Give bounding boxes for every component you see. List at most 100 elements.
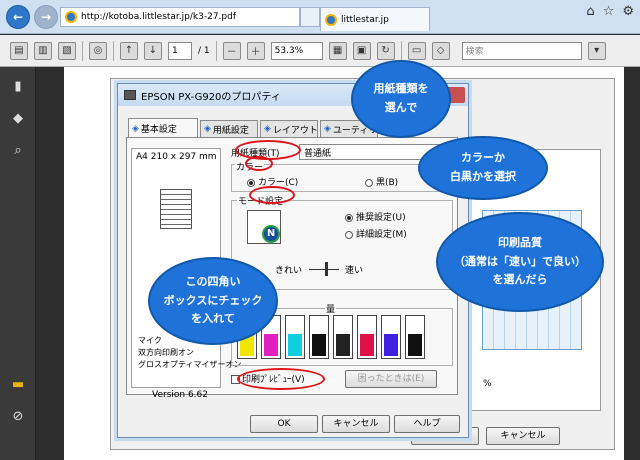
zoom-select[interactable]: 53.3% [270,41,323,60]
forward-arrow-icon: → [40,10,52,24]
highlight-preview [237,368,325,390]
search-input[interactable]: 検索 [461,41,582,60]
select-tool-icon[interactable]: ▭ [407,41,426,60]
callout-line: 白黒かを選択 [450,170,516,183]
quality-left-label: きれい [275,266,303,276]
print-scale-text: % [483,379,492,389]
tab-title: littlestar.jp [341,14,389,25]
print-icon[interactable]: ▤ [10,41,28,60]
setting-summary-3: グロスオプティマイザーオン [138,360,242,369]
ink-fill [408,334,422,356]
page-number-input[interactable]: 1 [168,41,192,60]
cancel-button[interactable]: キャンセル [322,415,390,433]
tab-layout[interactable]: ◈ レイアウト [260,120,318,137]
menu-icon[interactable]: ▾ [587,41,606,60]
page-thumbnails-icon[interactable]: ▮ [10,79,26,95]
address-url: http://kotoba.littlestar.jp/k3-27.pdf [81,12,236,22]
settings-icon: ◈ [132,123,139,134]
ink-fill [384,334,398,356]
quality-slider-thumb[interactable] [325,262,328,276]
callout-line: カラーか [461,151,505,165]
toolbar-divider [82,40,83,61]
ink-fill [288,334,302,356]
epson-mode-icon: N [247,210,281,244]
forward-button[interactable]: → [34,5,58,29]
back-arrow-icon: ← [12,10,24,24]
help-button[interactable]: ヘルプ [394,415,460,433]
fit-page-icon[interactable]: ▦ [328,41,347,60]
tab-paper[interactable]: ◈ 用紙設定 [200,120,258,137]
page-up-icon[interactable]: ↑ [120,41,138,60]
share-icon[interactable]: ◎ [89,41,107,60]
highlight-mode [249,186,295,204]
radio-icon [247,178,255,187]
pdf-side-panel: ▮ ◆ ⌕ ▬ ⊘ [0,67,36,460]
tab-label: レイアウト [272,125,318,136]
rotate-icon[interactable]: ↻ [376,41,395,60]
home-icon[interactable]: ⌂ [586,4,594,19]
ink-cartridge-icon [381,315,401,359]
fit-width-icon[interactable]: ▣ [352,41,371,60]
zoom-in-icon[interactable]: ＋ [246,41,265,60]
radio-label: 詳細設定(M) [356,230,407,240]
setting-summary-2: 双方向印刷オン [138,348,194,357]
comment-icon[interactable]: ◇ [431,41,450,60]
setting-summary-1: マイク [138,336,162,345]
layout-icon: ◈ [264,124,271,134]
pdf-icon[interactable]: ▧ [58,41,76,60]
gear-icon[interactable]: ⚙ [622,4,634,19]
back-button[interactable]: ← [6,5,30,29]
address-actions[interactable] [300,7,320,27]
toolbar-divider [215,40,217,61]
ink-cartridge-icon [405,315,425,359]
page-total: / 1 [198,45,210,56]
search-icon[interactable]: ⌕ [10,143,26,159]
page-down-icon[interactable]: ↓ [144,41,162,60]
ink-fill [360,334,374,356]
troubleshoot-button[interactable]: 困ったときは(E) [345,370,437,388]
toolbar-divider [400,40,402,61]
toolbar-divider [113,40,114,61]
mode-radio-recommended[interactable]: 推奨設定(U) [345,210,406,223]
tab-basic[interactable]: ◈ 基本設定 [128,118,198,138]
ink-fill [336,334,350,356]
radio-icon [345,213,353,222]
browser-tab[interactable]: littlestar.jp [320,7,430,31]
callout-line: を選んだら [492,273,548,287]
tab-label: 用紙設定 [212,125,249,136]
callout-line: 選んで [384,101,418,114]
callout-line: 印刷品質 [498,235,542,249]
utility-icon: ◈ [324,124,331,134]
ink-cartridge-icon [285,315,305,359]
quality-right-label: 速い [345,266,364,276]
tab-page-icon [325,13,337,26]
printer-icon [124,90,136,100]
callout-color: カラーか 白黒かを選択 [418,136,548,200]
comments-icon[interactable]: ▬ [10,377,26,393]
pdf-toolbar: ▤ ▥ ▧ ◎ ↑ ↓ 1 / 1 － ＋ 53.3% ▦ ▣ ↻ ▭ ◇ 検索… [0,35,640,67]
ink-level-label: 量 [325,302,337,315]
attachment-icon[interactable]: ⊘ [10,409,26,425]
zoom-out-icon[interactable]: － [222,41,241,60]
callout-paper-type: 用紙種類を 選んで [351,60,451,138]
callout-line: ボックスにチェック [163,293,263,307]
print-cancel-button[interactable]: キャンセル [486,427,560,445]
ink-fill [312,334,326,356]
radio-icon [345,230,353,239]
ok-button[interactable]: OK [250,415,318,433]
layers-icon[interactable]: ◆ [10,111,26,127]
callout-line: この四角い [185,274,241,288]
radio-label: 黒(B) [376,178,399,188]
quality-slider-track[interactable] [309,269,339,270]
n-mode-icon: N [262,225,280,243]
radio-label: 推奨設定(U) [356,213,406,223]
mode-radio-custom[interactable]: 詳細設定(M) [345,227,407,240]
callout-quality: 印刷品質 （通常は「速い」で良い） を選んだら [436,212,604,312]
favorites-icon[interactable]: ☆ [603,4,615,19]
callout-line: を入れて [191,312,235,326]
address-bar[interactable]: http://kotoba.littlestar.jp/k3-27.pdf [60,7,300,27]
dialog-title: EPSON PX-G920のプロパティ [141,91,281,103]
color-radio-black[interactable]: 黒(B) [365,175,398,188]
tab-label: 基本設定 [140,125,177,135]
save-icon[interactable]: ▥ [34,41,52,60]
